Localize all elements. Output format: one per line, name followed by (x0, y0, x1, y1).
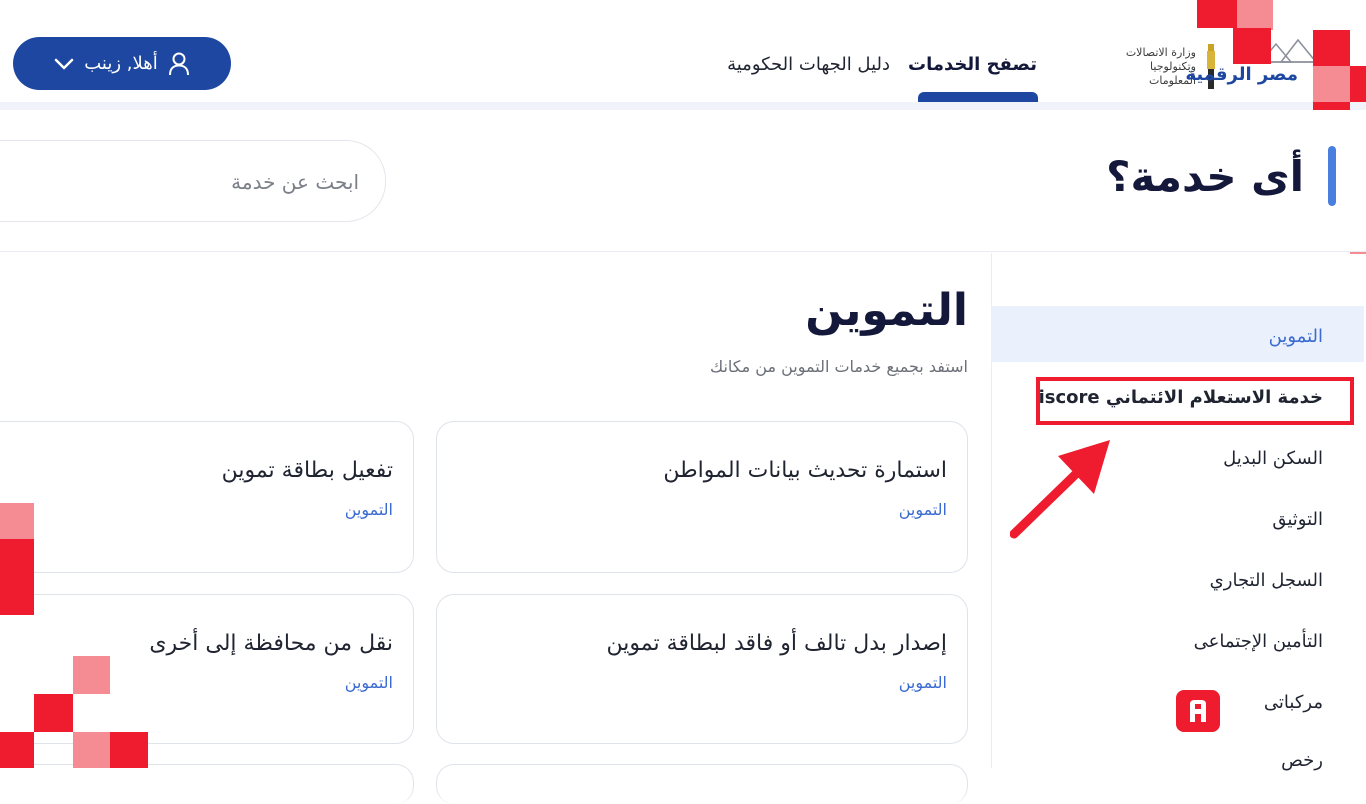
sidebar-item-notarization[interactable]: التوثيق (1272, 509, 1323, 530)
service-card[interactable]: استمارة تحديث بيانات المواطن التموين (436, 421, 968, 573)
service-card-category[interactable]: التموين (345, 500, 393, 519)
deco-square (34, 694, 73, 732)
service-card[interactable]: إصدار بدل تالف أو فاقد لبطاقة تموين التم… (436, 594, 968, 744)
red-arrow-annotation (1010, 440, 1110, 539)
user-menu-button[interactable]: أهلا, زينب (13, 37, 231, 90)
deco-square (110, 732, 148, 768)
sidebar-item-alternative-housing[interactable]: السكن البديل (1223, 448, 1323, 469)
deco-square (1313, 66, 1350, 102)
nav-browse-services[interactable]: تصفح الخدمات (908, 54, 1037, 75)
service-card[interactable] (0, 764, 414, 804)
deco-square (1350, 66, 1366, 102)
service-card-title: نقل من محافظة إلى أخرى (149, 631, 393, 656)
nav-active-indicator (918, 92, 1038, 102)
service-card-category[interactable]: التموين (899, 673, 947, 692)
sidebar-item-social-insurance[interactable]: التأمين الإجتماعى (1194, 631, 1323, 652)
category-title: التموين (805, 285, 968, 336)
chevron-down-icon (55, 58, 74, 69)
ministry-logo-text: وزارة الاتصالات وتكنولوجيا المعلومات (1125, 46, 1196, 87)
sidebar-item-commercial-register[interactable]: السجل التجاري (1210, 570, 1323, 591)
header-divider (0, 102, 1366, 110)
deco-square (73, 732, 110, 768)
search-input[interactable] (59, 163, 359, 201)
search-box[interactable] (0, 140, 386, 222)
deco-square (0, 577, 34, 615)
service-card-title: إصدار بدل تالف أو فاقد لبطاقة تموين (606, 631, 948, 656)
service-card-category[interactable]: التموين (345, 673, 393, 692)
digital-egypt-logo-text: مصر الرقمية (1185, 64, 1298, 85)
car-app-icon[interactable] (1176, 690, 1220, 732)
service-card-title: تفعيل بطاقة تموين (221, 458, 393, 483)
service-card[interactable]: تفعيل بطاقة تموين التموين (0, 421, 414, 573)
deco-square (0, 503, 34, 539)
search-heading: أى خدمة؟ (1106, 152, 1304, 201)
deco-square (73, 656, 110, 694)
deco-square (1313, 30, 1350, 66)
user-greeting: أهلا, زينب (84, 53, 158, 74)
service-card-title: استمارة تحديث بيانات المواطن (663, 458, 947, 483)
service-card-category[interactable]: التموين (899, 500, 947, 519)
nav-gov-directory[interactable]: دليل الجهات الحكومية (727, 54, 890, 75)
deco-square (1197, 0, 1237, 28)
deco-square (0, 732, 34, 768)
service-card[interactable] (436, 764, 968, 804)
sidebar-item-supply[interactable]: التموين (1269, 326, 1323, 347)
deco-square (1233, 28, 1271, 64)
highlight-box (1036, 377, 1354, 425)
sidebar-item-my-vehicles[interactable]: مركباتى (1264, 692, 1323, 713)
user-icon (168, 52, 189, 75)
deco-square (0, 539, 34, 577)
category-subtitle: استفد بجميع خدمات التموين من مكانك (709, 357, 968, 376)
heading-accent-bar (1328, 146, 1336, 206)
deco-square (1237, 0, 1273, 30)
